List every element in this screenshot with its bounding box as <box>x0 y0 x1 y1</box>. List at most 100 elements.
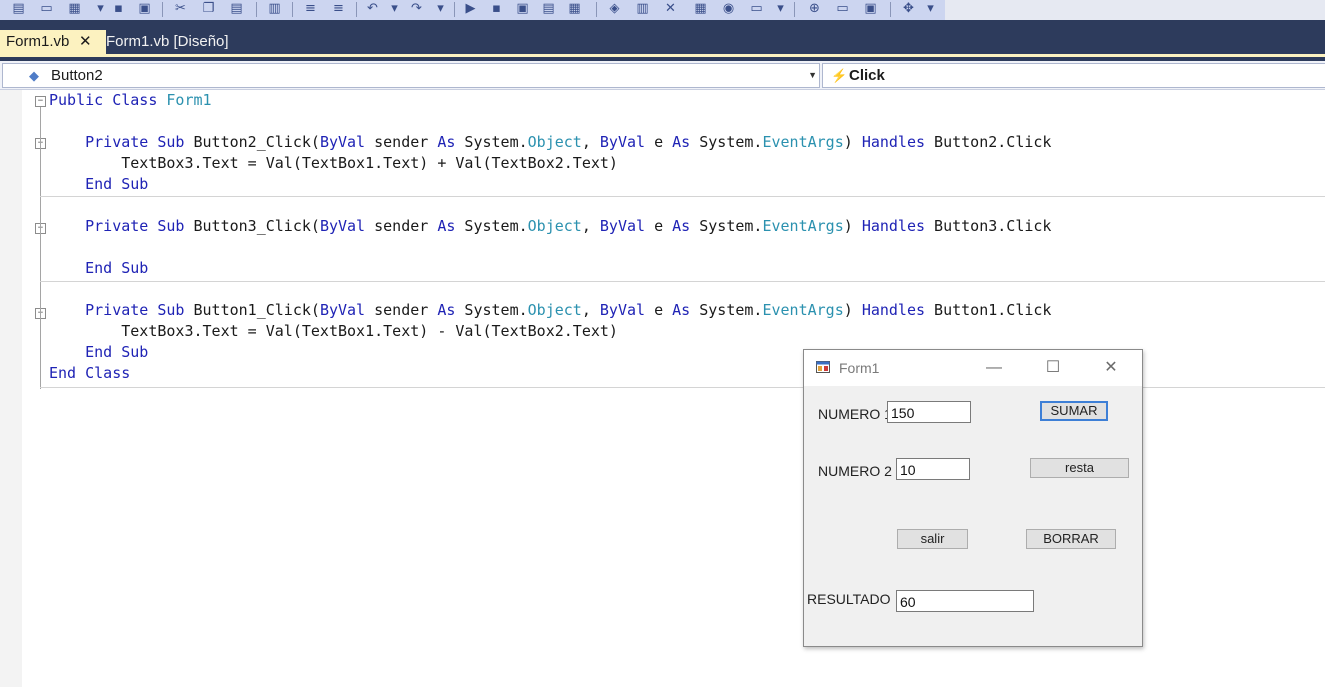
document-tab-strip: Form1.vb ✕ Form1.vb [Diseño] <box>0 20 1325 61</box>
textbox2-input[interactable]: 10 <box>896 458 970 480</box>
paste-icon[interactable]: ▤ <box>228 1 245 17</box>
code-text: Button3_Click( <box>184 217 320 235</box>
code-line[interactable]: End Class <box>49 363 130 384</box>
copy-icon[interactable]: ▤ <box>10 1 27 17</box>
start-icon[interactable]: ▶ <box>462 1 479 17</box>
window-icon[interactable]: ▣ <box>862 1 879 17</box>
label-numero-1: NUMERO 1 <box>818 406 892 422</box>
code-line[interactable]: TextBox3.Text = Val(TextBox1.Text) - Val… <box>49 321 618 342</box>
code-keyword: End <box>85 343 113 361</box>
dropdown-arrow-icon[interactable]: ▾ <box>92 1 109 17</box>
code-keyword: As <box>672 217 691 235</box>
code-keyword: Sub <box>121 175 149 193</box>
textbox1-input[interactable]: 150 <box>887 401 971 423</box>
close-icon[interactable]: ✕ <box>1091 350 1131 386</box>
object-combo[interactable]: ◆ Button2 ▼ <box>2 63 820 88</box>
error-list-icon[interactable]: ✕ <box>662 1 679 17</box>
stack-icon[interactable]: ⊕ <box>806 1 823 17</box>
code-text: e <box>645 301 673 319</box>
copy-icon[interactable]: ❐ <box>200 1 217 17</box>
save-icon[interactable]: ▪ <box>110 1 127 17</box>
solution-explorer-icon[interactable]: ▦ <box>566 1 583 17</box>
code-keyword: Private <box>85 133 149 151</box>
code-keyword: ByVal <box>599 217 646 235</box>
comment-icon[interactable]: ≡ <box>302 1 319 17</box>
method-separator <box>40 196 1325 197</box>
code-text: System. <box>455 217 528 235</box>
tab-underline <box>0 54 1325 57</box>
code-line[interactable]: Private Sub Button3_Click(ByVal sender A… <box>49 216 1051 237</box>
code-line[interactable]: End Sub <box>49 342 148 363</box>
code-line[interactable]: End Sub <box>49 174 148 195</box>
code-text: System. <box>690 133 763 151</box>
redo-icon[interactable]: ↷ <box>408 1 425 17</box>
window-icon[interactable]: ▦ <box>66 1 83 17</box>
form-titlebar[interactable]: Form1 — ☐ ✕ <box>804 350 1142 386</box>
tab-form1-design[interactable]: Form1.vb [Diseño] <box>100 30 246 54</box>
code-line[interactable]: Public Class Form1 <box>49 90 212 111</box>
cut-icon[interactable]: ✂ <box>172 1 189 17</box>
member-combo-value: Click <box>849 67 885 84</box>
collapse-icon[interactable]: − <box>35 96 46 107</box>
object-combo-value: Button2 <box>51 67 103 84</box>
code-text: ) <box>843 217 862 235</box>
form-title: Form1 <box>839 360 880 376</box>
form1-window[interactable]: Form1 — ☐ ✕ NUMERO 1 150 NUMERO 2 10 SUM… <box>803 349 1143 647</box>
textbox3-input[interactable]: 60 <box>896 590 1034 612</box>
borrar-button[interactable]: BORRAR <box>1026 529 1116 549</box>
code-text: sender <box>365 217 438 235</box>
class-view-icon[interactable]: ◉ <box>720 1 737 17</box>
code-keyword: Handles <box>861 133 926 151</box>
dropdown-arrow-icon[interactable]: ▾ <box>386 1 403 17</box>
code-keyword: ByVal <box>319 133 366 151</box>
uncomment-icon[interactable]: ≡ <box>330 1 347 17</box>
code-text: , <box>581 133 600 151</box>
breakpoint-icon[interactable]: ▣ <box>514 1 531 17</box>
code-keyword: As <box>437 133 456 151</box>
code-text: Button1_Click( <box>184 301 320 319</box>
code-keyword: End <box>85 259 113 277</box>
code-text: sender <box>365 301 438 319</box>
customize-icon[interactable]: ▭ <box>834 1 851 17</box>
code-keyword: End <box>49 364 77 382</box>
code-keyword: As <box>437 217 456 235</box>
editor-gutter <box>0 90 22 687</box>
close-icon[interactable]: ✕ <box>79 30 92 54</box>
output-icon[interactable]: ▦ <box>692 1 709 17</box>
code-line[interactable]: TextBox3.Text = Val(TextBox1.Text) + Val… <box>49 153 618 174</box>
sumar-button[interactable]: SUMAR <box>1040 401 1108 421</box>
code-text: sender <box>365 133 438 151</box>
method-separator <box>40 281 1325 282</box>
toolbox-icon[interactable]: ▥ <box>634 1 651 17</box>
form-app-icon <box>816 361 830 373</box>
salir-button[interactable]: salir <box>897 529 968 549</box>
code-text: Button2_Click( <box>184 133 320 151</box>
code-line[interactable]: Private Sub Button2_Click(ByVal sender A… <box>49 132 1051 153</box>
bookmark-icon[interactable]: ▤ <box>540 1 557 17</box>
dropdown-arrow-icon[interactable]: ▾ <box>432 1 449 17</box>
step-icon[interactable]: ▪ <box>488 1 505 17</box>
member-combo[interactable]: ⚡ Click <box>822 63 1325 88</box>
immediate-icon[interactable]: ▭ <box>748 1 765 17</box>
tab-form1-vb[interactable]: Form1.vb ✕ <box>0 30 106 54</box>
properties-icon[interactable]: ◈ <box>606 1 623 17</box>
more-icon[interactable]: ▾ <box>772 1 789 17</box>
resta-button[interactable]: resta <box>1030 458 1129 478</box>
chevron-down-icon[interactable]: ▼ <box>808 64 817 87</box>
overflow-icon[interactable]: ▾ <box>922 1 939 17</box>
maximize-icon[interactable]: ☐ <box>1033 350 1073 386</box>
code-line[interactable]: End Sub <box>49 258 148 279</box>
code-line[interactable]: Private Sub Button1_Click(ByVal sender A… <box>49 300 1051 321</box>
label-resultado: RESULTADO <box>807 591 891 607</box>
code-keyword: ByVal <box>599 301 646 319</box>
save-all-icon[interactable]: ▣ <box>136 1 153 17</box>
open-icon[interactable]: ▭ <box>38 1 55 17</box>
undo-icon[interactable]: ↶ <box>364 1 381 17</box>
settings-icon[interactable]: ✥ <box>900 1 917 17</box>
find-icon[interactable]: ▥ <box>266 1 283 17</box>
minimize-icon[interactable]: — <box>974 350 1014 386</box>
